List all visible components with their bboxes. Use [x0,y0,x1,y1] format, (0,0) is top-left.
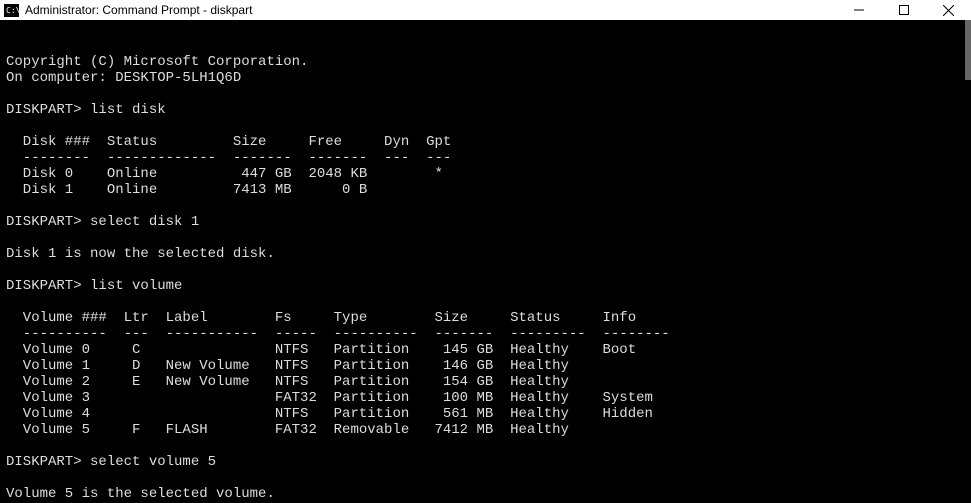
window-controls [836,0,971,20]
window-title: Administrator: Command Prompt - diskpart [25,3,836,17]
prompt-list-disk: DISKPART> list disk [6,102,166,118]
volume-row: Volume 3 FAT32 Partition 100 MB Healthy … [6,390,653,406]
prompt-select-volume: DISKPART> select volume 5 [6,454,216,470]
volume-row: Volume 1 D New Volume NTFS Partition 146… [6,358,569,374]
disk-table-header: Disk ### Status Size Free Dyn Gpt [6,134,451,150]
volume-table-header: Volume ### Ltr Label Fs Type Size Status… [6,310,636,326]
scrollbar-thumb[interactable] [965,20,971,80]
titlebar: C:\ Administrator: Command Prompt - disk… [0,0,971,20]
maximize-button[interactable] [881,0,926,20]
cmd-icon: C:\ [4,4,19,17]
copyright-line: Copyright (C) Microsoft Corporation. [6,54,308,70]
svg-text:C:\: C:\ [6,6,19,15]
terminal-output[interactable]: Copyright (C) Microsoft Corporation. On … [0,20,971,503]
volume-row: Volume 4 NTFS Partition 561 MB Healthy H… [6,406,653,422]
volume-table-separator: ---------- --- ----------- ----- -------… [6,326,670,342]
computer-line: On computer: DESKTOP-5LH1Q6D [6,70,241,86]
volume-row: Volume 0 C NTFS Partition 145 GB Healthy… [6,342,636,358]
volume-row: Volume 2 E New Volume NTFS Partition 154… [6,374,569,390]
disk-row: Disk 1 Online 7413 MB 0 B [6,182,367,198]
disk-selected-message: Disk 1 is now the selected disk. [6,246,275,262]
volume-selected-message: Volume 5 is the selected volume. [6,486,275,502]
disk-row: Disk 0 Online 447 GB 2048 KB * [6,166,443,182]
volume-row: Volume 5 F FLASH FAT32 Removable 7412 MB… [6,422,569,438]
minimize-button[interactable] [836,0,881,20]
disk-table-separator: -------- ------------- ------- ------- -… [6,150,451,166]
prompt-list-volume: DISKPART> list volume [6,278,182,294]
prompt-select-disk: DISKPART> select disk 1 [6,214,199,230]
close-button[interactable] [926,0,971,20]
